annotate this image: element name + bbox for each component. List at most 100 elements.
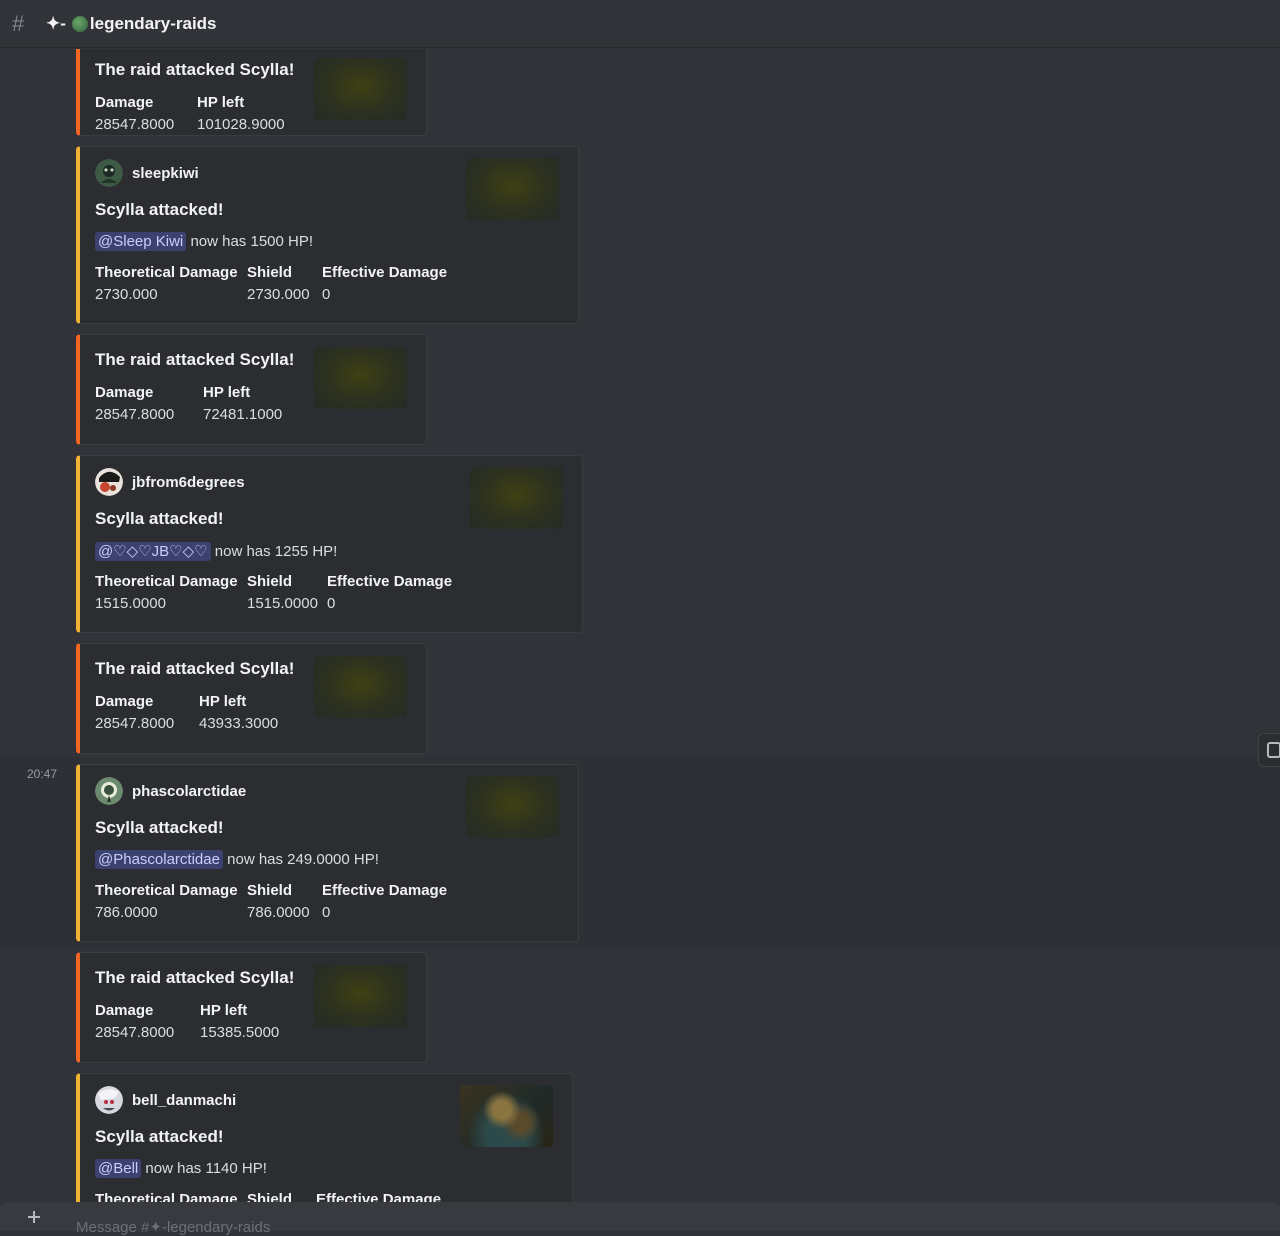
- embed-author[interactable]: jbfrom6degrees: [95, 468, 245, 496]
- theoretical-damage-field: Theoretical Damage 1515.0000: [95, 573, 238, 612]
- composer-placeholder: Message #✦-legendary-raids: [76, 1219, 271, 1236]
- scylla-thumbnail[interactable]: [314, 656, 407, 718]
- raid-embed: The raid attacked Scylla! Damage 28547.8…: [76, 334, 427, 445]
- now-has-text: now has 1140 HP!: [145, 1160, 267, 1177]
- raid-embed: The raid attacked Scylla! Damage 28547.8…: [76, 952, 427, 1063]
- raid-embed: The raid attacked Scylla! Damage 28547.8…: [76, 643, 427, 754]
- field-name: HP left: [200, 1002, 248, 1019]
- field-name: HP left: [197, 94, 245, 111]
- channel-name: legendary-raids: [89, 13, 217, 33]
- field-value: 28547.8000: [95, 715, 175, 732]
- field-name: Theoretical Damage: [95, 264, 238, 281]
- attack-embed: jbfrom6degrees Scylla attacked! @♡◇♡JB♡◇…: [76, 455, 583, 633]
- channel-title[interactable]: ✦- legendary-raids: [46, 14, 217, 34]
- attack-title: Scylla attacked!: [95, 818, 224, 837]
- embed-author[interactable]: sleepkiwi: [95, 159, 199, 187]
- avatar[interactable]: [95, 159, 123, 187]
- embed-description: @Phascolarctidae now has 249.0000 HP!: [95, 850, 379, 869]
- field-value: 101028.9000: [197, 116, 285, 133]
- author-name[interactable]: phascolarctidae: [132, 783, 246, 800]
- raid-title: The raid attacked Scylla!: [95, 350, 295, 369]
- hp-left-field: HP left 15385.5000: [200, 1002, 279, 1041]
- field-name: HP left: [203, 384, 251, 401]
- damage-field: Damage 28547.8000: [95, 384, 174, 423]
- embed-description: @♡◇♡JB♡◇♡ now has 1255 HP!: [95, 542, 337, 561]
- attack-title: Scylla attacked!: [95, 200, 224, 219]
- effective-damage-field: Effective Damage 0: [322, 264, 447, 303]
- user-mention[interactable]: @Phascolarctidae: [95, 850, 223, 869]
- field-name: Shield: [247, 882, 293, 899]
- field-value: 1515.0000: [247, 595, 318, 612]
- field-value: 0: [322, 286, 331, 303]
- scylla-thumbnail[interactable]: [466, 158, 559, 220]
- damage-field: Damage 28547.8000: [95, 1002, 174, 1041]
- field-value: 786.0000: [95, 904, 158, 921]
- field-name: Damage: [95, 693, 154, 710]
- hp-left-field: HP left 72481.1000: [203, 384, 282, 423]
- peacock-emoji-icon: [71, 15, 88, 32]
- now-has-text: now has 249.0000 HP!: [227, 851, 379, 868]
- author-name[interactable]: jbfrom6degrees: [132, 474, 245, 491]
- avatar[interactable]: [95, 468, 123, 496]
- plus-icon-vertical: [33, 1211, 35, 1223]
- now-has-text: now has 1500 HP!: [190, 233, 314, 250]
- effective-damage-field: Effective Damage 0: [327, 573, 452, 612]
- embed-author[interactable]: phascolarctidae: [95, 777, 246, 805]
- field-value: 72481.1000: [203, 406, 283, 423]
- avatar[interactable]: [95, 777, 123, 805]
- scylla-thumbnail[interactable]: [460, 1085, 553, 1147]
- theoretical-damage-field: Theoretical Damage 786.0000: [95, 882, 238, 921]
- shield-field: Shield 1515.0000: [247, 573, 318, 612]
- author-name[interactable]: bell_danmachi: [132, 1092, 236, 1109]
- field-name: Theoretical Damage: [95, 882, 238, 899]
- scylla-thumbnail[interactable]: [470, 467, 563, 529]
- hp-left-field: HP left 43933.3000: [199, 693, 278, 732]
- avatar[interactable]: [95, 1086, 123, 1114]
- scylla-thumbnail[interactable]: [466, 776, 559, 838]
- damage-field: Damage 28547.8000: [95, 94, 174, 133]
- field-value: 43933.3000: [199, 715, 279, 732]
- message-timestamp: 20:47: [27, 767, 58, 781]
- field-value: 28547.8000: [95, 116, 175, 133]
- field-name: Effective Damage: [316, 1191, 442, 1202]
- embed-description: @Sleep Kiwi now has 1500 HP!: [95, 232, 314, 251]
- effective-damage-field: Effective Damage: [316, 1191, 441, 1202]
- user-mention[interactable]: @Bell: [95, 1159, 142, 1178]
- shield-field: Shield 2730.000: [247, 264, 310, 303]
- field-name: Damage: [95, 1002, 154, 1019]
- message-composer[interactable]: Message #✦-legendary-raids: [0, 1202, 1280, 1236]
- field-name: Shield: [247, 573, 293, 590]
- scylla-thumbnail[interactable]: [314, 58, 407, 120]
- field-name: Damage: [95, 384, 154, 401]
- damage-field: Damage 28547.8000: [95, 693, 174, 732]
- scylla-thumbnail[interactable]: [314, 965, 407, 1027]
- embed-author[interactable]: bell_danmachi: [95, 1086, 236, 1114]
- author-name[interactable]: sleepkiwi: [132, 165, 199, 182]
- field-value: 0: [327, 595, 336, 612]
- field-value: 2730.000: [247, 286, 310, 303]
- hash-icon: #: [12, 10, 25, 36]
- app-icon[interactable]: [1258, 733, 1280, 767]
- field-value: 1515.0000: [95, 595, 166, 612]
- user-mention[interactable]: @Sleep Kiwi: [95, 232, 187, 251]
- field-name: HP left: [199, 693, 247, 710]
- field-value: 0: [322, 904, 331, 921]
- channel-header: # ✦- legendary-raids: [0, 0, 1280, 48]
- field-value: 15385.5000: [200, 1024, 280, 1041]
- field-name: Effective Damage: [322, 264, 448, 281]
- field-value: 786.0000: [247, 904, 310, 921]
- field-name: Theoretical Damage: [95, 573, 238, 590]
- message-feed[interactable]: The raid attacked Scylla! Damage 28547.8…: [0, 49, 1280, 1202]
- attack-title: Scylla attacked!: [95, 1127, 224, 1146]
- scylla-thumbnail[interactable]: [314, 347, 407, 409]
- theoretical-damage-field: Theoretical Damage 2730.000: [95, 264, 238, 303]
- attack-embed: phascolarctidae Scylla attacked! @Phasco…: [76, 764, 579, 942]
- raid-embed: The raid attacked Scylla! Damage 28547.8…: [76, 49, 427, 136]
- user-mention[interactable]: @♡◇♡JB♡◇♡: [95, 542, 211, 561]
- raid-title: The raid attacked Scylla!: [95, 659, 295, 678]
- field-value: 28547.8000: [95, 406, 175, 423]
- field-name: Damage: [95, 94, 154, 111]
- theoretical-damage-field: Theoretical Damage: [95, 1191, 238, 1202]
- hp-left-field: HP left 101028.9000: [197, 94, 285, 133]
- attack-embed: sleepkiwi Scylla attacked! @Sleep Kiwi n…: [76, 146, 579, 324]
